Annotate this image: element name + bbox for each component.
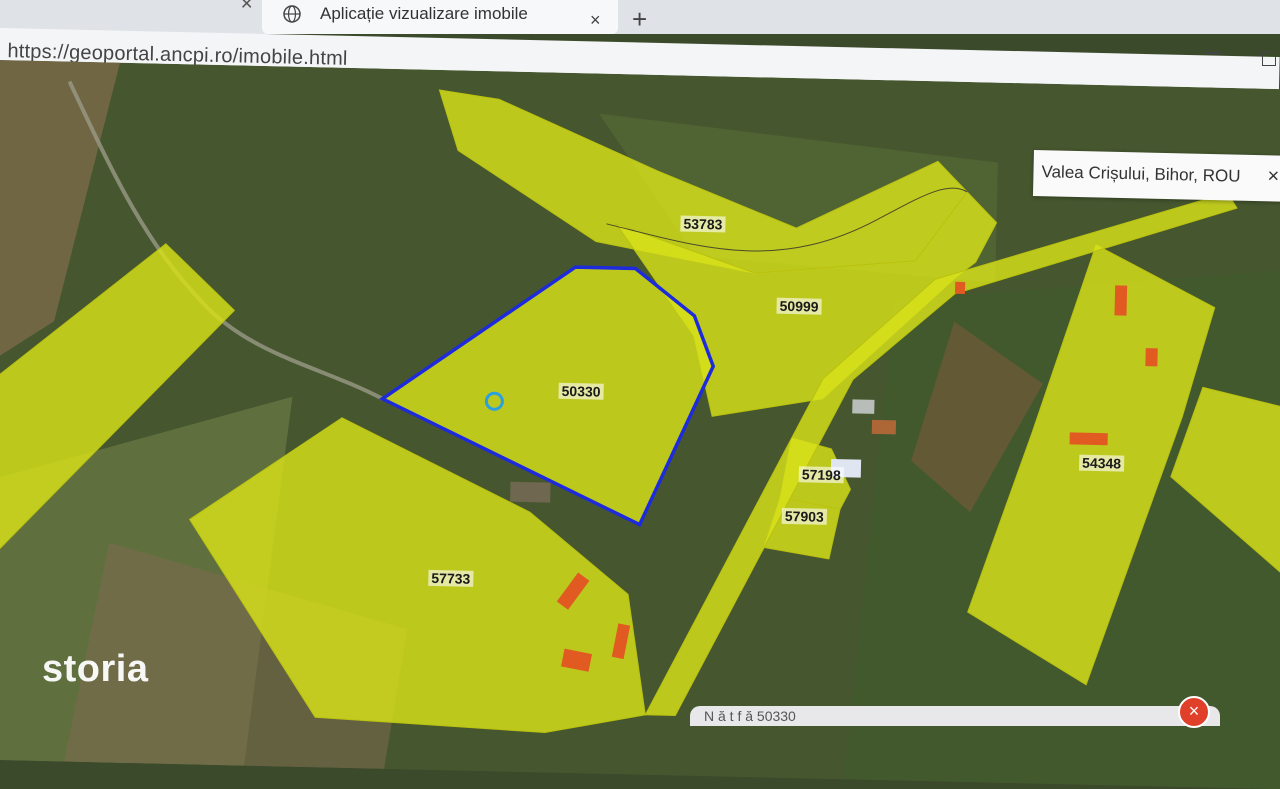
parcel-label-57733[interactable]: 57733 xyxy=(428,570,473,587)
maximize-icon[interactable] xyxy=(1262,52,1276,66)
building-roof xyxy=(1070,432,1108,445)
previous-tab-close-icon[interactable]: ✕ xyxy=(240,0,253,14)
parcel-label-53783[interactable]: 53783 xyxy=(680,215,725,232)
bottom-info-bar: N ă t f ă 50330 × xyxy=(690,706,1220,726)
tab-close-icon[interactable]: × xyxy=(590,10,601,31)
bottom-info-text: N ă t f ă 50330 xyxy=(704,708,796,724)
globe-icon xyxy=(282,4,302,24)
building-roof xyxy=(955,282,965,294)
bottom-close-icon[interactable]: × xyxy=(1178,696,1210,728)
location-name: Valea Crișului, Bihor, ROU xyxy=(1041,162,1240,187)
tab-bar: ✕ Aplicație vizualizare imobile × + xyxy=(0,0,1280,34)
parcel-label-57198[interactable]: 57198 xyxy=(799,466,844,483)
parcel-label-50999[interactable]: 50999 xyxy=(776,298,821,315)
building-roof xyxy=(1145,348,1157,366)
parcel-label-54348[interactable]: 54348 xyxy=(1079,455,1124,472)
watermark-logo: storia xyxy=(42,648,148,691)
tab-title: Aplicație vizualizare imobile xyxy=(320,4,528,24)
parcel-label-50330[interactable]: 50330 xyxy=(558,383,603,400)
minimize-icon[interactable] xyxy=(1206,52,1222,54)
location-tooltip: Valea Crișului, Bihor, ROU × xyxy=(1033,150,1280,202)
new-tab-button[interactable]: + xyxy=(632,8,647,30)
parcel-label-57903[interactable]: 57903 xyxy=(782,508,827,525)
active-tab[interactable]: Aplicație vizualizare imobile × xyxy=(262,0,618,34)
tooltip-close-icon[interactable]: × xyxy=(1267,165,1279,188)
building-roof xyxy=(1114,285,1127,315)
